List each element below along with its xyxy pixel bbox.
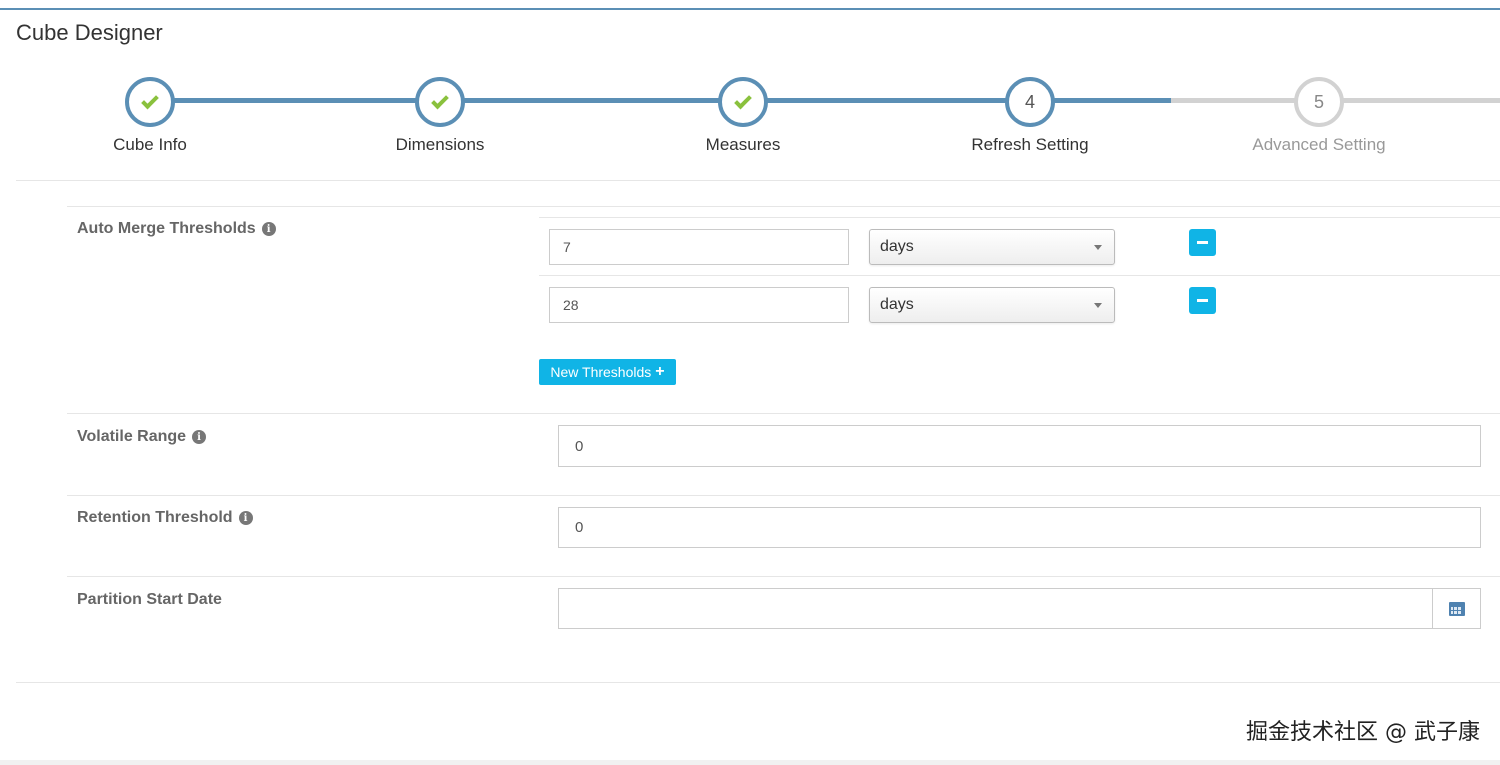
threshold-value-input[interactable]: 7 [549, 229, 849, 265]
remove-threshold-button[interactable] [1189, 287, 1216, 314]
wizard-step-cube-info[interactable]: Cube Info [50, 77, 250, 155]
watermark: 掘金技术社区 @ 武子康 [1246, 720, 1480, 745]
threshold-unit-value: days [880, 296, 914, 313]
wizard-step-dimensions[interactable]: Dimensions [340, 77, 540, 155]
chevron-down-icon [1094, 303, 1102, 308]
step-circle [718, 77, 768, 127]
calendar-icon [1449, 602, 1465, 616]
info-icon[interactable]: i [261, 222, 276, 236]
wizard-step-measures[interactable]: Measures [643, 77, 843, 155]
divider [16, 682, 1500, 683]
bottom-strip [0, 760, 1500, 765]
threshold-unit-select[interactable]: days [869, 287, 1115, 323]
wizard-step-advanced-setting[interactable]: 5 Advanced Setting [1219, 77, 1419, 155]
threshold-unit-value: days [880, 238, 914, 255]
page-title: Cube Designer [16, 20, 163, 45]
retention-threshold-input[interactable]: 0 [558, 507, 1481, 548]
volatile-range-label: Volatile Range i [77, 428, 207, 446]
step-number: 5 [1313, 91, 1324, 112]
step-circle: 5 [1294, 77, 1344, 127]
chevron-down-icon [1094, 245, 1102, 250]
check-icon [431, 91, 449, 109]
step-number: 4 [1024, 91, 1035, 112]
volatile-range-label-text: Volatile Range [77, 428, 187, 445]
remove-threshold-button[interactable] [1189, 229, 1216, 256]
plus-icon: + [655, 363, 665, 380]
partition-start-date-input[interactable] [558, 588, 1481, 629]
calendar-button[interactable] [1432, 589, 1481, 629]
step-label: Advanced Setting [1252, 135, 1386, 154]
divider [16, 180, 1500, 181]
volatile-range-input[interactable]: 0 [558, 425, 1481, 467]
divider [67, 576, 1500, 577]
info-icon[interactable]: i [192, 430, 207, 444]
step-label: Cube Info [113, 135, 187, 154]
check-icon [734, 91, 752, 109]
divider [67, 413, 1500, 414]
partition-start-date-label-text: Partition Start Date [77, 591, 222, 608]
minus-icon [1197, 299, 1208, 302]
divider [539, 275, 1500, 276]
threshold-value-input[interactable]: 28 [549, 287, 849, 323]
retention-threshold-label-text: Retention Threshold [77, 509, 233, 526]
top-border [0, 8, 1500, 10]
check-icon [141, 91, 159, 109]
step-label: Measures [705, 135, 781, 154]
retention-threshold-label: Retention Threshold i [77, 509, 253, 527]
step-label: Dimensions [395, 135, 485, 154]
divider [67, 495, 1500, 496]
auto-merge-label: Auto Merge Thresholds i [77, 220, 276, 238]
threshold-unit-select[interactable]: days [869, 229, 1115, 265]
divider [67, 206, 1500, 207]
step-circle [125, 77, 175, 127]
step-circle: 4 [1005, 77, 1055, 127]
step-label: Refresh Setting [971, 135, 1089, 154]
auto-merge-label-text: Auto Merge Thresholds [77, 220, 256, 237]
step-circle [415, 77, 465, 127]
new-thresholds-label: New Thresholds [550, 364, 652, 380]
wizard-step-refresh-setting[interactable]: 4 Refresh Setting [930, 77, 1130, 155]
new-thresholds-button[interactable]: New Thresholds + [539, 359, 676, 385]
partition-start-date-label: Partition Start Date [77, 591, 222, 609]
minus-icon [1197, 241, 1208, 244]
divider [539, 217, 1500, 218]
info-icon[interactable]: i [238, 511, 253, 525]
